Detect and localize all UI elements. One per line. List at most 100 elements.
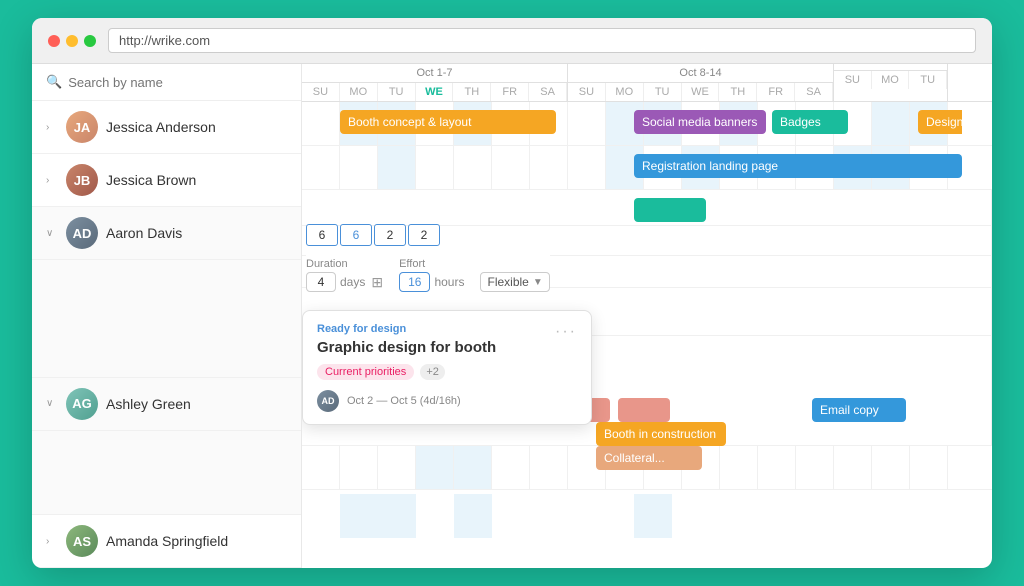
- day-mo2: MO: [606, 83, 644, 101]
- bar-booth-concept[interactable]: Booth concept & layout: [340, 110, 556, 134]
- person-name-ashley-green: Ashley Green: [106, 396, 191, 412]
- app-body: 🔍 › JA Jessica Anderson › JB Jessica Bro…: [32, 64, 992, 568]
- day-su2: SU: [568, 83, 606, 101]
- cell-2-1: [302, 146, 340, 189]
- cell-4-all: [302, 226, 992, 255]
- sidebar-item-jessica-anderson[interactable]: › JA Jessica Anderson: [32, 101, 301, 154]
- day-sa2: SA: [795, 83, 833, 101]
- cell-1-8: [568, 102, 606, 145]
- tag-more[interactable]: +2: [420, 364, 445, 380]
- avatar-ashley-green: AG: [66, 388, 98, 420]
- week-label-2: Oct 8-14: [568, 64, 833, 83]
- cell-a13: [758, 446, 796, 489]
- browser-window: http://wrike.com 🔍 › JA Jessica Anderson…: [32, 18, 992, 568]
- popup-status: Ready for design: [317, 323, 577, 335]
- cell-a15: [834, 446, 872, 489]
- cell-2-3: [378, 146, 416, 189]
- days-row-3: SU MO TU: [834, 71, 947, 89]
- days-row-1: SU MO TU WE TH FR SA: [302, 83, 567, 101]
- popup-menu-icon[interactable]: ···: [555, 323, 577, 341]
- day-we: WE: [416, 83, 454, 101]
- bar-email-copy-label: Email copy: [820, 403, 879, 417]
- day-fr: FR: [491, 83, 529, 101]
- cell-2-8: [568, 146, 606, 189]
- cell-a12: [720, 446, 758, 489]
- close-dot[interactable]: [48, 35, 60, 47]
- cell-2-2: [340, 146, 378, 189]
- day-we2: WE: [682, 83, 720, 101]
- browser-dots: [48, 35, 96, 47]
- popup-tags: Current priorities +2: [317, 364, 577, 380]
- cell-2-7: [530, 146, 568, 189]
- avatar-jessica-anderson: JA: [66, 111, 98, 143]
- person-name-aaron-davis: Aaron Davis: [106, 225, 182, 241]
- bar-social-media[interactable]: Social media banners: [634, 110, 766, 134]
- cell-1-16: [872, 102, 910, 145]
- sidebar-item-aaron-davis[interactable]: ∨ AD Aaron Davis: [32, 207, 301, 260]
- bar-ashley-pink2[interactable]: [618, 398, 670, 422]
- bar-registration[interactable]: Registration landing page: [634, 154, 962, 178]
- sidebar-item-ashley-green[interactable]: ∨ AG Ashley Green: [32, 378, 301, 431]
- sidebar-item-jessica-brown[interactable]: › JB Jessica Brown: [32, 154, 301, 207]
- cell-a1: [302, 446, 340, 489]
- aaron-expanded-content: [32, 260, 301, 378]
- day-su3: SU: [834, 71, 872, 89]
- cell-a16: [872, 446, 910, 489]
- popup-meta: AD Oct 2 — Oct 5 (4d/16h): [317, 390, 577, 412]
- popup-title[interactable]: Graphic design for booth: [317, 339, 577, 356]
- bar-badges-label: Badges: [780, 115, 821, 129]
- bar-collateral[interactable]: Collateral...: [596, 446, 702, 470]
- day-sa: SA: [529, 83, 567, 101]
- search-box[interactable]: 🔍: [32, 64, 301, 101]
- search-icon: 🔍: [46, 74, 62, 90]
- week-group-2: Oct 8-14 SU MO TU WE TH FR SA: [568, 64, 834, 101]
- week-label-3: [834, 64, 947, 71]
- day-tu: TU: [378, 83, 416, 101]
- day-mo: MO: [340, 83, 378, 101]
- chevron-right-icon: ›: [46, 536, 58, 547]
- bar-social-media-label: Social media banners: [642, 115, 757, 129]
- chevron-right-icon: ›: [46, 122, 58, 133]
- person-name-amanda-springfield: Amanda Springfield: [106, 533, 228, 549]
- tag-current-priorities[interactable]: Current priorities: [317, 364, 414, 380]
- search-input[interactable]: [68, 75, 287, 90]
- person-name-jessica-brown: Jessica Brown: [106, 172, 196, 188]
- cell-a5: [454, 446, 492, 489]
- cell-a6: [492, 446, 530, 489]
- bar-badges[interactable]: Badges: [772, 110, 848, 134]
- day-mo3: MO: [872, 71, 910, 89]
- bar-collateral-label: Collateral...: [604, 451, 665, 465]
- cell-5-all: [302, 256, 992, 287]
- bar-booth-construction[interactable]: Booth in construction: [596, 422, 726, 446]
- week-label-1: Oct 1-7: [302, 64, 567, 83]
- day-th2: TH: [719, 83, 757, 101]
- gantt-row-4: [302, 226, 992, 256]
- bar-design-label: Design: [926, 115, 963, 129]
- day-tu2: TU: [644, 83, 682, 101]
- person-name-jessica-anderson: Jessica Anderson: [106, 119, 216, 135]
- popup-meta-date: Oct 2 — Oct 5 (4d/16h): [347, 395, 461, 407]
- bar-booth-construction-label: Booth in construction: [604, 427, 716, 441]
- day-tu3: TU: [909, 71, 947, 89]
- browser-url-bar[interactable]: http://wrike.com: [108, 28, 976, 53]
- cell-a14: [796, 446, 834, 489]
- avatar-amanda-springfield: AS: [66, 525, 98, 557]
- gantt-row-5: [302, 256, 992, 288]
- popup-card: ··· Ready for design Graphic design for …: [302, 310, 592, 425]
- bar-registration-label: Registration landing page: [642, 159, 778, 173]
- maximize-dot[interactable]: [84, 35, 96, 47]
- bar-design[interactable]: Design: [918, 110, 962, 134]
- cell-2-5: [454, 146, 492, 189]
- minimize-dot[interactable]: [66, 35, 78, 47]
- gantt-body: Booth concept & layout Social media bann…: [302, 102, 992, 568]
- day-th: TH: [453, 83, 491, 101]
- bar-teal[interactable]: [634, 198, 706, 222]
- day-fr2: FR: [757, 83, 795, 101]
- week-group-3: SU MO TU: [834, 64, 948, 101]
- sidebar: 🔍 › JA Jessica Anderson › JB Jessica Bro…: [32, 64, 302, 568]
- sidebar-item-amanda-springfield[interactable]: › AS Amanda Springfield: [32, 515, 301, 568]
- bar-email-copy[interactable]: Email copy: [812, 398, 906, 422]
- cell-1-1: [302, 102, 340, 145]
- chevron-down-icon: ∨: [46, 228, 58, 239]
- cell-a2: [340, 446, 378, 489]
